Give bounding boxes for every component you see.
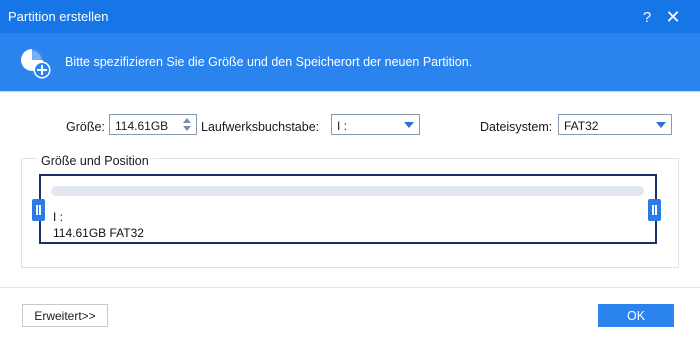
drive-letter-label: Laufwerksbuchstabe: <box>201 120 320 134</box>
spin-up-icon[interactable] <box>183 118 191 123</box>
advanced-button[interactable]: Erweitert>> <box>22 304 108 327</box>
ok-button[interactable]: OK <box>598 304 674 327</box>
advanced-button-label: rweitert>> <box>42 308 96 323</box>
create-partition-dialog: Partition erstellen ? ✕ Bitte spezifizie… <box>0 0 700 340</box>
ok-button-label: OK <box>626 308 646 323</box>
filesystem-select[interactable]: FAT32 <box>558 114 672 135</box>
divider <box>0 91 700 92</box>
chevron-down-icon[interactable] <box>656 122 666 128</box>
drive-letter-select[interactable]: I : <box>331 114 420 135</box>
resize-handle-right[interactable] <box>648 199 661 221</box>
close-icon: ✕ <box>665 6 681 27</box>
group-title: Größe und Position <box>37 154 153 168</box>
footer-divider <box>0 287 700 288</box>
size-stepper[interactable]: 114.61GB <box>109 114 197 135</box>
title-bar: Partition erstellen ? ✕ <box>0 0 700 33</box>
info-banner: Bitte spezifizieren Sie die Größe und de… <box>0 33 700 91</box>
advanced-button-mnemonic: E <box>34 308 43 323</box>
filesystem-label: Dateisystem: <box>480 120 553 134</box>
chevron-down-icon[interactable] <box>404 122 414 128</box>
partition-add-icon <box>21 49 51 79</box>
spin-down-icon[interactable] <box>183 126 191 131</box>
help-button[interactable]: ? <box>636 6 658 28</box>
close-button[interactable]: ✕ <box>662 6 684 28</box>
spin-arrows-icon[interactable] <box>183 116 192 133</box>
resize-handle-left[interactable] <box>32 199 45 221</box>
help-icon: ? <box>642 8 652 26</box>
drive-letter-value: I : <box>337 119 348 133</box>
window-title: Partition erstellen <box>8 9 109 24</box>
partition-letter: I : <box>53 210 64 224</box>
size-label: Größe: <box>66 120 105 134</box>
filesystem-value: FAT32 <box>564 119 599 133</box>
size-value: 114.61GB <box>115 119 169 133</box>
partition-usage-bar <box>51 186 644 196</box>
banner-text: Bitte spezifizieren Sie die Größe und de… <box>65 55 473 69</box>
partition-info: 114.61GB FAT32 <box>53 226 144 240</box>
